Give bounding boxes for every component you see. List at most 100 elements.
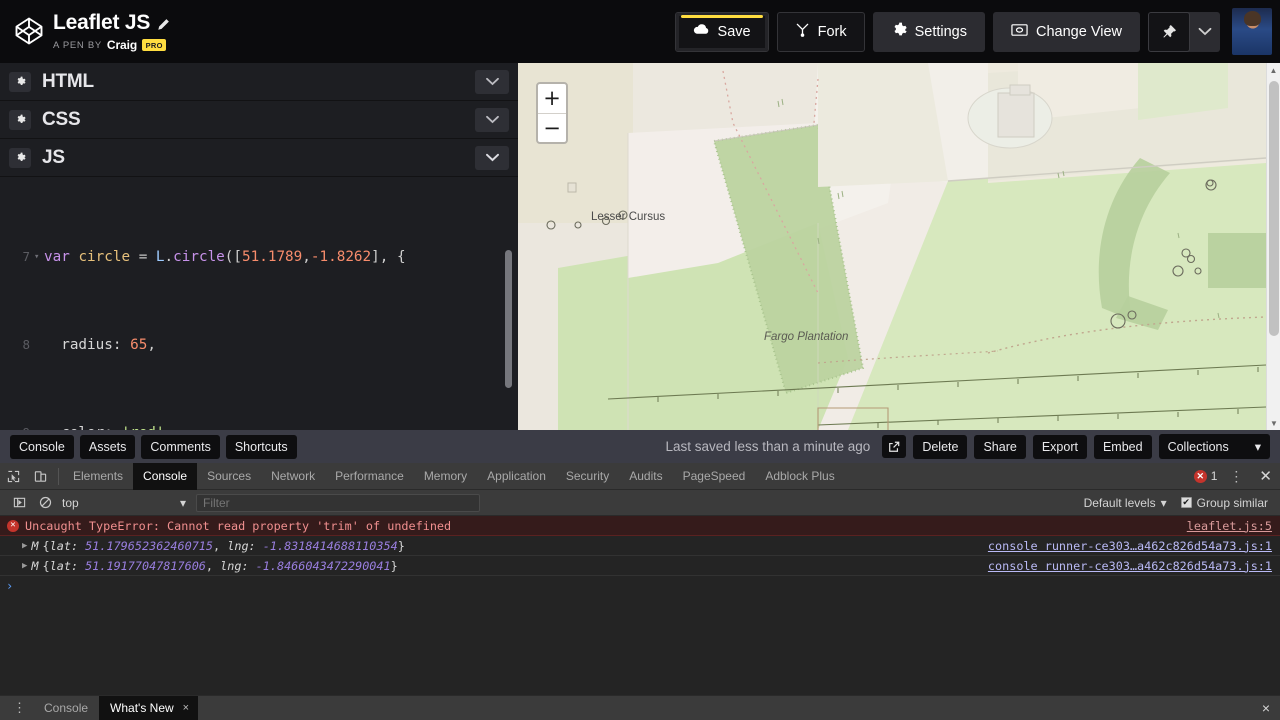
log-levels-select[interactable]: Default levels ▾ — [1084, 496, 1167, 510]
console-log-message[interactable]: ▶ M { lat: 51.179652362460715, lng: -1.8… — [0, 536, 1280, 556]
devtools-tabbar: Elements Console Sources Network Perform… — [0, 462, 1280, 490]
status-console-button[interactable]: Console — [10, 434, 74, 459]
collections-dropdown[interactable]: Collections ▾ — [1158, 434, 1270, 459]
console-prompt[interactable]: › — [0, 576, 1280, 596]
source-link[interactable]: console runner-ce303…a462c826d54a73.js:1 — [988, 539, 1272, 553]
more-tools-icon[interactable]: ⋮ — [6, 701, 33, 714]
drawer-tab-whats-new[interactable]: What's New × — [99, 696, 199, 720]
preview-pane[interactable]: + − Lesser Cursus Fargo Plantation ▲ ▼ — [518, 63, 1280, 430]
scroll-up-arrow-icon[interactable]: ▲ — [1267, 63, 1280, 77]
object-key-lat: lat: — [49, 558, 79, 573]
tab-performance[interactable]: Performance — [325, 463, 414, 490]
panel-header-html[interactable]: HTML — [0, 63, 518, 101]
execution-context-select[interactable]: top ▾ — [62, 496, 192, 510]
console-sidebar-icon[interactable] — [6, 491, 32, 515]
status-comments-button[interactable]: Comments — [141, 434, 220, 459]
external-link-icon[interactable] — [882, 435, 907, 458]
panel-header-js[interactable]: JS — [0, 139, 518, 177]
object-class-token: M — [31, 538, 39, 553]
source-link[interactable]: leaflet.js:5 — [1187, 519, 1272, 533]
tab-application[interactable]: Application — [477, 463, 556, 490]
tab-elements[interactable]: Elements — [63, 463, 133, 490]
object-key-lat: lat: — [49, 538, 79, 553]
pencil-icon[interactable] — [157, 18, 170, 31]
status-shortcuts-button[interactable]: Shortcuts — [225, 434, 297, 459]
expand-triangle-icon[interactable]: ▶ — [22, 561, 27, 571]
leaflet-map[interactable]: + − Lesser Cursus Fargo Plantation — [518, 63, 1266, 430]
chevron-down-icon: ▾ — [1254, 440, 1261, 454]
log-levels-label: Default levels — [1083, 495, 1156, 510]
panel-chevron-down-icon-css[interactable] — [475, 107, 509, 132]
source-link[interactable]: console runner-ce303…a462c826d54a73.js:1 — [988, 559, 1272, 573]
expand-triangle-icon[interactable]: ▶ — [22, 541, 27, 551]
object-key-lng: lng: — [227, 538, 256, 553]
code-scrollbar[interactable] — [505, 250, 512, 388]
change-view-button[interactable]: Change View — [993, 11, 1140, 52]
author-name[interactable]: Craig — [107, 38, 137, 52]
error-count-badge[interactable]: ✕ 1 — [1193, 469, 1217, 483]
tab-memory[interactable]: Memory — [414, 463, 477, 490]
js-code-editor[interactable]: 7 ▾ var circle = L.circle([51.1789,-1.82… — [0, 177, 518, 430]
settings-button[interactable]: Settings — [872, 11, 985, 52]
drawer-close-icon[interactable]: × — [1252, 700, 1280, 716]
status-assets-button[interactable]: Assets — [79, 434, 136, 459]
close-icon[interactable]: ✕ — [1255, 467, 1276, 485]
token-variable: circle — [78, 249, 131, 265]
fork-button[interactable]: Fork — [776, 11, 865, 52]
object-comma: , — [213, 538, 221, 553]
preview-scrollbar-thumb[interactable] — [1269, 81, 1279, 336]
drawer-tab-console[interactable]: Console — [33, 696, 99, 720]
code-text: color: 'red', — [44, 422, 173, 430]
group-similar-checkbox[interactable]: ✔ Group similar — [1180, 496, 1268, 510]
tab-audits[interactable]: Audits — [619, 463, 672, 490]
pen-title-block: Leaflet JS A PEN BY Craig PRO — [53, 11, 170, 52]
tab-network[interactable]: Network — [261, 463, 325, 490]
delete-button[interactable]: Delete — [913, 434, 968, 459]
zoom-in-button[interactable]: + — [538, 84, 566, 113]
export-button[interactable]: Export — [1032, 434, 1087, 459]
token-value: 65 — [130, 337, 148, 353]
fold-marker-icon[interactable]: ▾ — [34, 246, 44, 268]
embed-button[interactable]: Embed — [1093, 434, 1152, 459]
gear-icon[interactable] — [9, 147, 31, 168]
avatar[interactable] — [1232, 8, 1272, 55]
header-actions: Save Fork Settings Change View — [674, 0, 1280, 63]
inspect-element-icon[interactable] — [0, 463, 27, 489]
filter-input[interactable] — [196, 493, 480, 512]
pin-icon[interactable] — [1148, 11, 1190, 52]
tab-pagespeed[interactable]: PageSpeed — [673, 463, 756, 490]
console-log-message[interactable]: ▶ M { lat: 51.19177047817606, lng: -1.84… — [0, 556, 1280, 576]
panel-label-js: JS — [42, 146, 65, 168]
map-label-lesser-cursus: Lesser Cursus — [591, 211, 666, 223]
code-line: 8 radius: 65, — [0, 334, 518, 356]
console-messages[interactable]: ✕ Uncaught TypeError: Cannot read proper… — [0, 516, 1280, 701]
page-title[interactable]: Leaflet JS — [53, 11, 150, 35]
object-class-token: M — [31, 558, 39, 573]
save-button-label: Save — [717, 23, 751, 40]
share-button[interactable]: Share — [974, 434, 1026, 459]
preview-scrollbar[interactable]: ▲ ▼ — [1266, 63, 1280, 430]
panel-header-css[interactable]: CSS — [0, 101, 518, 139]
zoom-out-button[interactable]: − — [538, 113, 566, 142]
more-options-icon[interactable]: ⋮ — [1225, 469, 1247, 483]
tab-security[interactable]: Security — [556, 463, 619, 490]
panel-chevron-down-icon-js[interactable] — [475, 145, 509, 170]
error-circle-icon: ✕ — [1193, 469, 1207, 483]
tab-sources[interactable]: Sources — [197, 463, 261, 490]
change-view-button-label: Change View — [1036, 23, 1122, 40]
tab-adblock-plus[interactable]: Adblock Plus — [755, 463, 844, 490]
panel-chevron-down-icon-html[interactable] — [475, 69, 509, 94]
tab-console[interactable]: Console — [133, 462, 198, 490]
object-close-brace: } — [390, 558, 398, 573]
gear-icon[interactable] — [9, 71, 31, 92]
pin-dropdown-chevron-down-icon[interactable] — [1190, 12, 1220, 52]
clear-console-icon[interactable] — [32, 491, 58, 515]
save-button[interactable]: Save — [674, 11, 769, 52]
device-toolbar-icon[interactable] — [27, 463, 54, 489]
scroll-down-arrow-icon[interactable]: ▼ — [1267, 416, 1280, 430]
close-icon[interactable]: × — [183, 702, 189, 714]
console-error-message[interactable]: ✕ Uncaught TypeError: Cannot read proper… — [0, 516, 1280, 536]
token-longitude: -1.8262 — [310, 249, 372, 265]
gear-icon[interactable] — [9, 109, 31, 130]
code-content[interactable]: 7 ▾ var circle = L.circle([51.1789,-1.82… — [0, 177, 518, 430]
